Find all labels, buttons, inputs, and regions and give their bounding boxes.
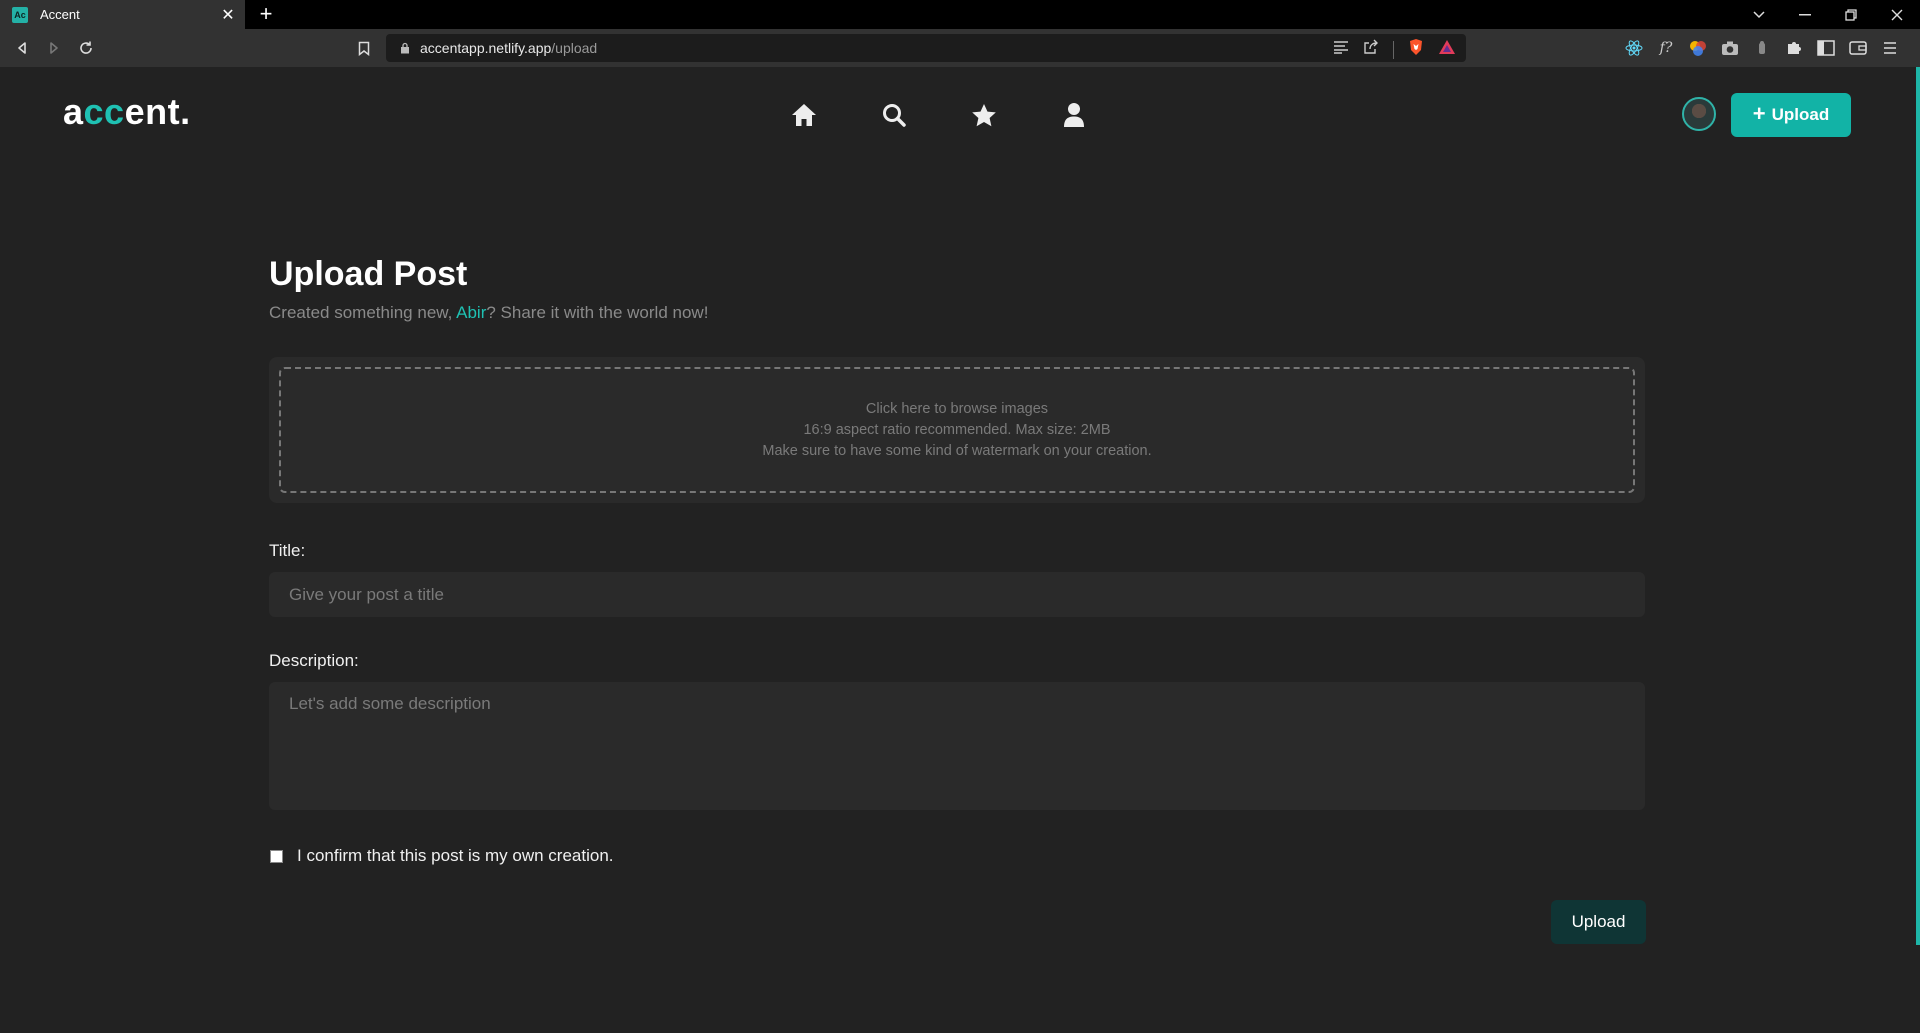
avatar[interactable] [1682, 97, 1716, 131]
app-logo[interactable]: accent. [63, 91, 191, 133]
new-tab-button[interactable]: + [254, 1, 278, 26]
menu-icon[interactable] [1880, 38, 1900, 58]
logo-text: a [63, 91, 84, 132]
react-devtools-icon[interactable] [1624, 38, 1644, 58]
tab-title: Accent [40, 7, 80, 22]
star-icon[interactable] [970, 101, 998, 129]
divider [1393, 40, 1394, 59]
extensions-row: f? [1624, 38, 1900, 58]
browser-tab[interactable]: Ac Accent ✕ [0, 0, 245, 29]
subtitle-text-end: ? Share it with the world now! [486, 303, 709, 322]
title-label: Title: [269, 541, 306, 560]
page-content: accent. + Upload Upload Post Created som… [0, 67, 1916, 1033]
upload-nav-button-label: Upload [1771, 105, 1830, 124]
camera-icon[interactable] [1720, 38, 1740, 58]
logo-accent-text: cc [83, 91, 125, 132]
sidebar-icon[interactable] [1816, 38, 1836, 58]
tab-favicon-icon: Ac [12, 6, 28, 23]
image-dropzone-container: Click here to browse images 16:9 aspect … [269, 357, 1645, 503]
minimize-icon[interactable] [1782, 0, 1828, 29]
tab-search-icon[interactable] [1736, 0, 1782, 29]
address-bar[interactable]: accentapp.netlify.app/upload [386, 34, 1466, 62]
page-subtitle: Created something new, Abir? Share it wi… [269, 303, 708, 323]
bookmark-icon[interactable] [352, 36, 376, 60]
confirm-label[interactable]: I confirm that this post is my own creat… [297, 846, 614, 866]
extensions-icon[interactable] [1784, 38, 1804, 58]
upload-nav-button[interactable]: + Upload [1731, 93, 1851, 137]
description-textarea[interactable] [269, 682, 1645, 810]
restore-icon[interactable] [1828, 0, 1874, 29]
image-dropzone[interactable]: Click here to browse images 16:9 aspect … [279, 367, 1635, 493]
confirm-checkbox[interactable] [270, 849, 283, 863]
scrollbar[interactable] [1916, 67, 1920, 945]
url-host: accentapp.netlify.app [420, 40, 552, 56]
dropzone-line-watermark: Make sure to have some kind of watermark… [762, 443, 1152, 459]
browser-toolbar: accentapp.netlify.app/upload f? [0, 29, 1920, 67]
wallet-icon[interactable] [1848, 38, 1868, 58]
main-nav [790, 101, 1088, 129]
home-icon[interactable] [790, 101, 818, 129]
upload-submit-button[interactable]: Upload [1551, 900, 1646, 944]
close-tab-icon[interactable]: ✕ [217, 4, 239, 26]
logo-text-end: ent. [124, 91, 191, 132]
url-path: /upload [551, 40, 598, 56]
brave-shields-icon[interactable] [1408, 38, 1424, 61]
dropzone-line-browse: Click here to browse images [865, 401, 1049, 417]
title-input[interactable] [269, 572, 1645, 617]
browser-tabbar: Ac Accent ✕ + [0, 0, 1920, 29]
brave-rewards-icon[interactable] [1438, 39, 1456, 60]
dropzone-line-ratio: 16:9 aspect ratio recommended. Max size:… [803, 422, 1111, 438]
forward-icon[interactable] [42, 36, 66, 60]
subtitle-text: Created something new, [269, 303, 457, 322]
plus-icon: + [1752, 101, 1766, 126]
reload-icon[interactable] [74, 36, 98, 60]
user-name-link[interactable]: Abir [456, 303, 486, 322]
reader-mode-icon[interactable] [1333, 40, 1349, 59]
back-icon[interactable] [10, 36, 34, 60]
share-icon[interactable] [1363, 39, 1379, 60]
extension-puzzle-grey-icon[interactable] [1752, 38, 1772, 58]
color-picker-icon[interactable] [1688, 38, 1708, 58]
close-window-icon[interactable] [1874, 0, 1920, 29]
confirm-ownership: I confirm that this post is my own creat… [270, 846, 614, 866]
user-icon[interactable] [1060, 101, 1088, 129]
search-icon[interactable] [880, 101, 908, 129]
description-label: Description: [269, 651, 359, 670]
function-icon[interactable]: f? [1656, 38, 1676, 58]
page-title: Upload Post [269, 255, 468, 293]
lock-icon [401, 42, 409, 54]
